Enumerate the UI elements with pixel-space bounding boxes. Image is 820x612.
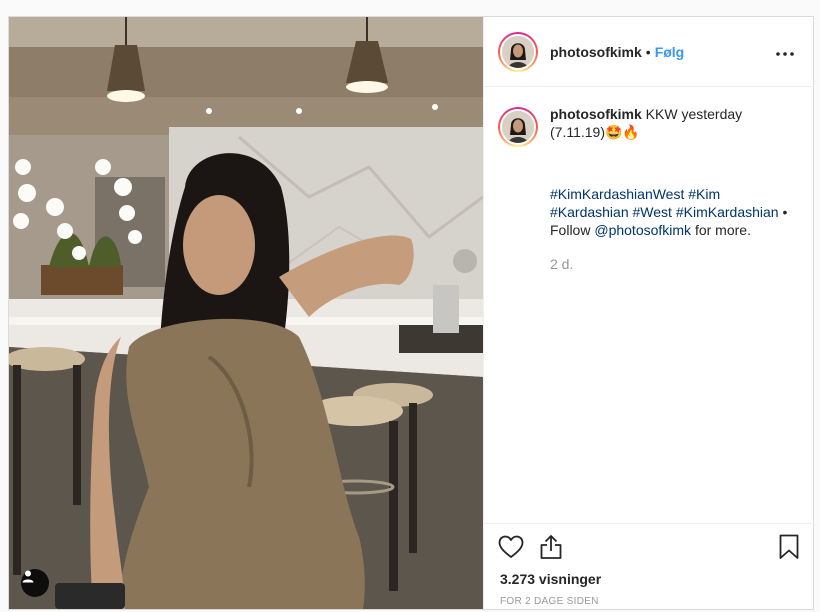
caption-timestamp[interactable]: 2 d. <box>550 255 790 273</box>
avatar[interactable] <box>498 31 538 72</box>
heart-icon <box>498 535 524 564</box>
instagram-post: photosofkimk • Følg photosofkimk KKW yes… <box>8 16 814 610</box>
post-side-panel: photosofkimk • Følg photosofkimk KKW yes… <box>483 17 814 609</box>
separator-dot: • <box>645 43 651 60</box>
caption: photosofkimk KKW yesterday (7.11.19)🤩🔥 #… <box>498 105 798 273</box>
like-button[interactable] <box>498 535 524 564</box>
caption-username[interactable]: photosofkimk <box>550 106 642 122</box>
bookmark-icon <box>779 534 799 565</box>
follow-suffix-text: for more. <box>691 222 751 238</box>
post-header: photosofkimk • Følg <box>484 17 813 87</box>
post-media[interactable] <box>9 17 483 609</box>
hashtag-link[interactable]: #KimKardashianWest <box>550 186 684 202</box>
post-username[interactable]: photosofkimk <box>550 44 642 60</box>
video-frame <box>9 17 483 609</box>
more-options-button[interactable] <box>773 40 797 64</box>
caption-avatar[interactable] <box>498 107 538 147</box>
share-button[interactable] <box>538 534 564 565</box>
more-horizontal-icon <box>776 43 794 61</box>
view-count[interactable]: 3.273 visninger <box>500 571 601 587</box>
caption-avatar-image <box>500 109 536 145</box>
share-icon <box>539 534 563 565</box>
hashtag-link[interactable]: #West <box>633 204 672 220</box>
hashtag-link[interactable]: #KimKardashian <box>676 204 779 220</box>
follow-button[interactable]: Følg <box>655 44 685 60</box>
save-button[interactable] <box>776 534 802 565</box>
hashtag-link[interactable]: #Kim <box>688 186 720 202</box>
avatar-image <box>500 33 536 70</box>
caption-text-block: photosofkimk KKW yesterday (7.11.19)🤩🔥 <box>550 105 790 141</box>
hashtag-link[interactable]: #Kardashian <box>550 204 629 220</box>
user-tag-button[interactable] <box>21 569 49 597</box>
caption-hashtags: #KimKardashianWest #Kim #Kardashian #Wes… <box>550 185 790 239</box>
post-actions: 3.273 visninger FOR 2 DAGE SIDEN <box>484 523 814 609</box>
mention-link[interactable]: @photosofkimk <box>594 222 691 238</box>
post-age[interactable]: FOR 2 DAGE SIDEN <box>500 596 599 607</box>
